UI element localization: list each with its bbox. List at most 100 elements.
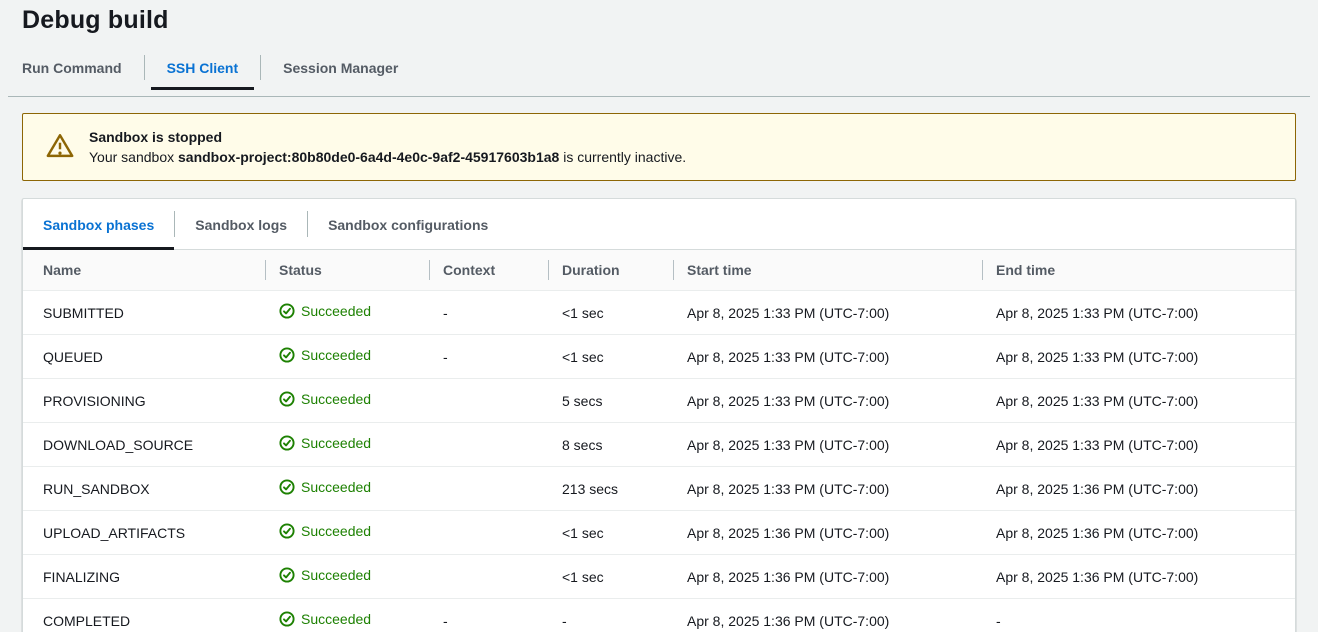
phase-name-cell: QUEUED xyxy=(23,335,265,379)
status-indicator: Succeeded xyxy=(279,523,371,539)
table-row: COMPLETED Succeeded--Apr 8, 2025 1:36 PM… xyxy=(23,599,1295,632)
tab-label: Sandbox logs xyxy=(195,217,287,233)
status-label: Succeeded xyxy=(301,303,371,319)
phase-name-cell: SUBMITTED xyxy=(23,291,265,335)
phase-name-cell: DOWNLOAD_SOURCE xyxy=(23,423,265,467)
tab-label: Sandbox configurations xyxy=(328,217,488,233)
end-time-cell: Apr 8, 2025 1:36 PM (UTC-7:00) xyxy=(982,467,1295,511)
phase-name-cell: RUN_SANDBOX xyxy=(23,467,265,511)
duration-cell: 213 secs xyxy=(548,467,673,511)
tab-label: Sandbox phases xyxy=(43,217,154,233)
alert-message-suffix: is currently inactive. xyxy=(559,149,686,165)
duration-cell: <1 sec xyxy=(548,335,673,379)
context-cell xyxy=(429,555,548,599)
tab-run-command[interactable]: Run Command xyxy=(6,49,138,90)
end-time-cell: Apr 8, 2025 1:33 PM (UTC-7:00) xyxy=(982,291,1295,335)
status-indicator: Succeeded xyxy=(279,479,371,495)
table-row: UPLOAD_ARTIFACTS Succeeded <1 secApr 8, 2… xyxy=(23,511,1295,555)
context-cell xyxy=(429,379,548,423)
alert-message-prefix: Your sandbox xyxy=(89,149,178,165)
tab-sandbox-configurations[interactable]: Sandbox configurations xyxy=(308,199,508,249)
status-cell: Succeeded xyxy=(265,423,429,467)
status-cell: Succeeded xyxy=(265,555,429,599)
success-check-icon xyxy=(279,567,295,583)
status-label: Succeeded xyxy=(301,567,371,583)
tabs-divider-rule xyxy=(8,96,1310,97)
tab-label: Run Command xyxy=(22,60,122,76)
column-header-name: Name xyxy=(23,250,265,291)
status-cell: Succeeded xyxy=(265,467,429,511)
alert-content: Sandbox is stopped Your sandbox sandbox-… xyxy=(89,129,686,165)
context-cell xyxy=(429,423,548,467)
status-indicator: Succeeded xyxy=(279,391,371,407)
phase-name-cell: FINALIZING xyxy=(23,555,265,599)
status-indicator: Succeeded xyxy=(279,303,371,319)
context-cell xyxy=(429,467,548,511)
status-label: Succeeded xyxy=(301,611,371,627)
status-cell: Succeeded xyxy=(265,511,429,555)
column-header-status: Status xyxy=(265,250,429,291)
tab-session-manager[interactable]: Session Manager xyxy=(267,49,414,90)
status-cell: Succeeded xyxy=(265,291,429,335)
column-header-duration: Duration xyxy=(548,250,673,291)
duration-cell: - xyxy=(548,599,673,632)
status-cell: Succeeded xyxy=(265,335,429,379)
duration-cell: <1 sec xyxy=(548,555,673,599)
end-time-cell: Apr 8, 2025 1:33 PM (UTC-7:00) xyxy=(982,423,1295,467)
status-label: Succeeded xyxy=(301,435,371,451)
success-check-icon xyxy=(279,523,295,539)
table-row: FINALIZING Succeeded <1 sec Apr 8, 2025 1:… xyxy=(23,555,1295,599)
start-time-cell: Apr 8, 2025 1:33 PM (UTC-7:00) xyxy=(673,291,982,335)
status-indicator: Succeeded xyxy=(279,567,371,583)
success-check-icon xyxy=(279,611,295,627)
warning-triangle-icon xyxy=(45,131,75,164)
main-tabs: Run Command SSH Client Session Manager xyxy=(6,49,1318,90)
success-check-icon xyxy=(279,435,295,451)
table-row: QUEUED Succeeded-<1 secApr 8, 2025 1:33 … xyxy=(23,335,1295,379)
end-time-cell: Apr 8, 2025 1:33 PM (UTC-7:00) xyxy=(982,379,1295,423)
success-check-icon xyxy=(279,391,295,407)
duration-cell: 8 secs xyxy=(548,423,673,467)
success-check-icon xyxy=(279,479,295,495)
table-header-row: Name Status Context Duration Start time … xyxy=(23,250,1295,291)
column-header-end-time: End time xyxy=(982,250,1295,291)
duration-cell: <1 sec xyxy=(548,511,673,555)
status-label: Succeeded xyxy=(301,391,371,407)
column-header-context: Context xyxy=(429,250,548,291)
tab-sandbox-phases[interactable]: Sandbox phases xyxy=(23,199,174,249)
phase-name-cell: UPLOAD_ARTIFACTS xyxy=(23,511,265,555)
end-time-cell: Apr 8, 2025 1:36 PM (UTC-7:00) xyxy=(982,555,1295,599)
status-label: Succeeded xyxy=(301,523,371,539)
context-cell: - xyxy=(429,291,548,335)
start-time-cell: Apr 8, 2025 1:33 PM (UTC-7:00) xyxy=(673,467,982,511)
tab-label: Session Manager xyxy=(283,60,398,76)
duration-cell: <1 sec xyxy=(548,291,673,335)
end-time-cell: - xyxy=(982,599,1295,632)
context-cell: - xyxy=(429,335,548,379)
status-indicator: Succeeded xyxy=(279,435,371,451)
start-time-cell: Apr 8, 2025 1:36 PM (UTC-7:00) xyxy=(673,511,982,555)
tab-divider xyxy=(144,55,145,80)
phases-card: Sandbox phases Sandbox logs Sandbox conf… xyxy=(22,198,1296,632)
tab-ssh-client[interactable]: SSH Client xyxy=(151,49,255,90)
status-cell: Succeeded xyxy=(265,599,429,632)
tab-sandbox-logs[interactable]: Sandbox logs xyxy=(175,199,307,249)
warning-alert: Sandbox is stopped Your sandbox sandbox-… xyxy=(22,113,1296,181)
status-cell: Succeeded xyxy=(265,379,429,423)
page-title: Debug build xyxy=(22,6,1318,35)
table-row: SUBMITTED Succeeded-<1 secApr 8, 2025 1:… xyxy=(23,291,1295,335)
tab-label: SSH Client xyxy=(167,60,239,76)
table-row: RUN_SANDBOX Succeeded213 secsApr 8, 2025… xyxy=(23,467,1295,511)
start-time-cell: Apr 8, 2025 1:33 PM (UTC-7:00) xyxy=(673,423,982,467)
tab-divider xyxy=(260,55,261,80)
column-header-start-time: Start time xyxy=(673,250,982,291)
phase-name-cell: PROVISIONING xyxy=(23,379,265,423)
phases-table: Name Status Context Duration Start time … xyxy=(23,250,1295,632)
duration-cell: 5 secs xyxy=(548,379,673,423)
success-check-icon xyxy=(279,347,295,363)
card-tabs: Sandbox phases Sandbox logs Sandbox conf… xyxy=(23,199,1295,250)
alert-title: Sandbox is stopped xyxy=(89,129,686,145)
context-cell xyxy=(429,511,548,555)
status-label: Succeeded xyxy=(301,479,371,495)
success-check-icon xyxy=(279,303,295,319)
